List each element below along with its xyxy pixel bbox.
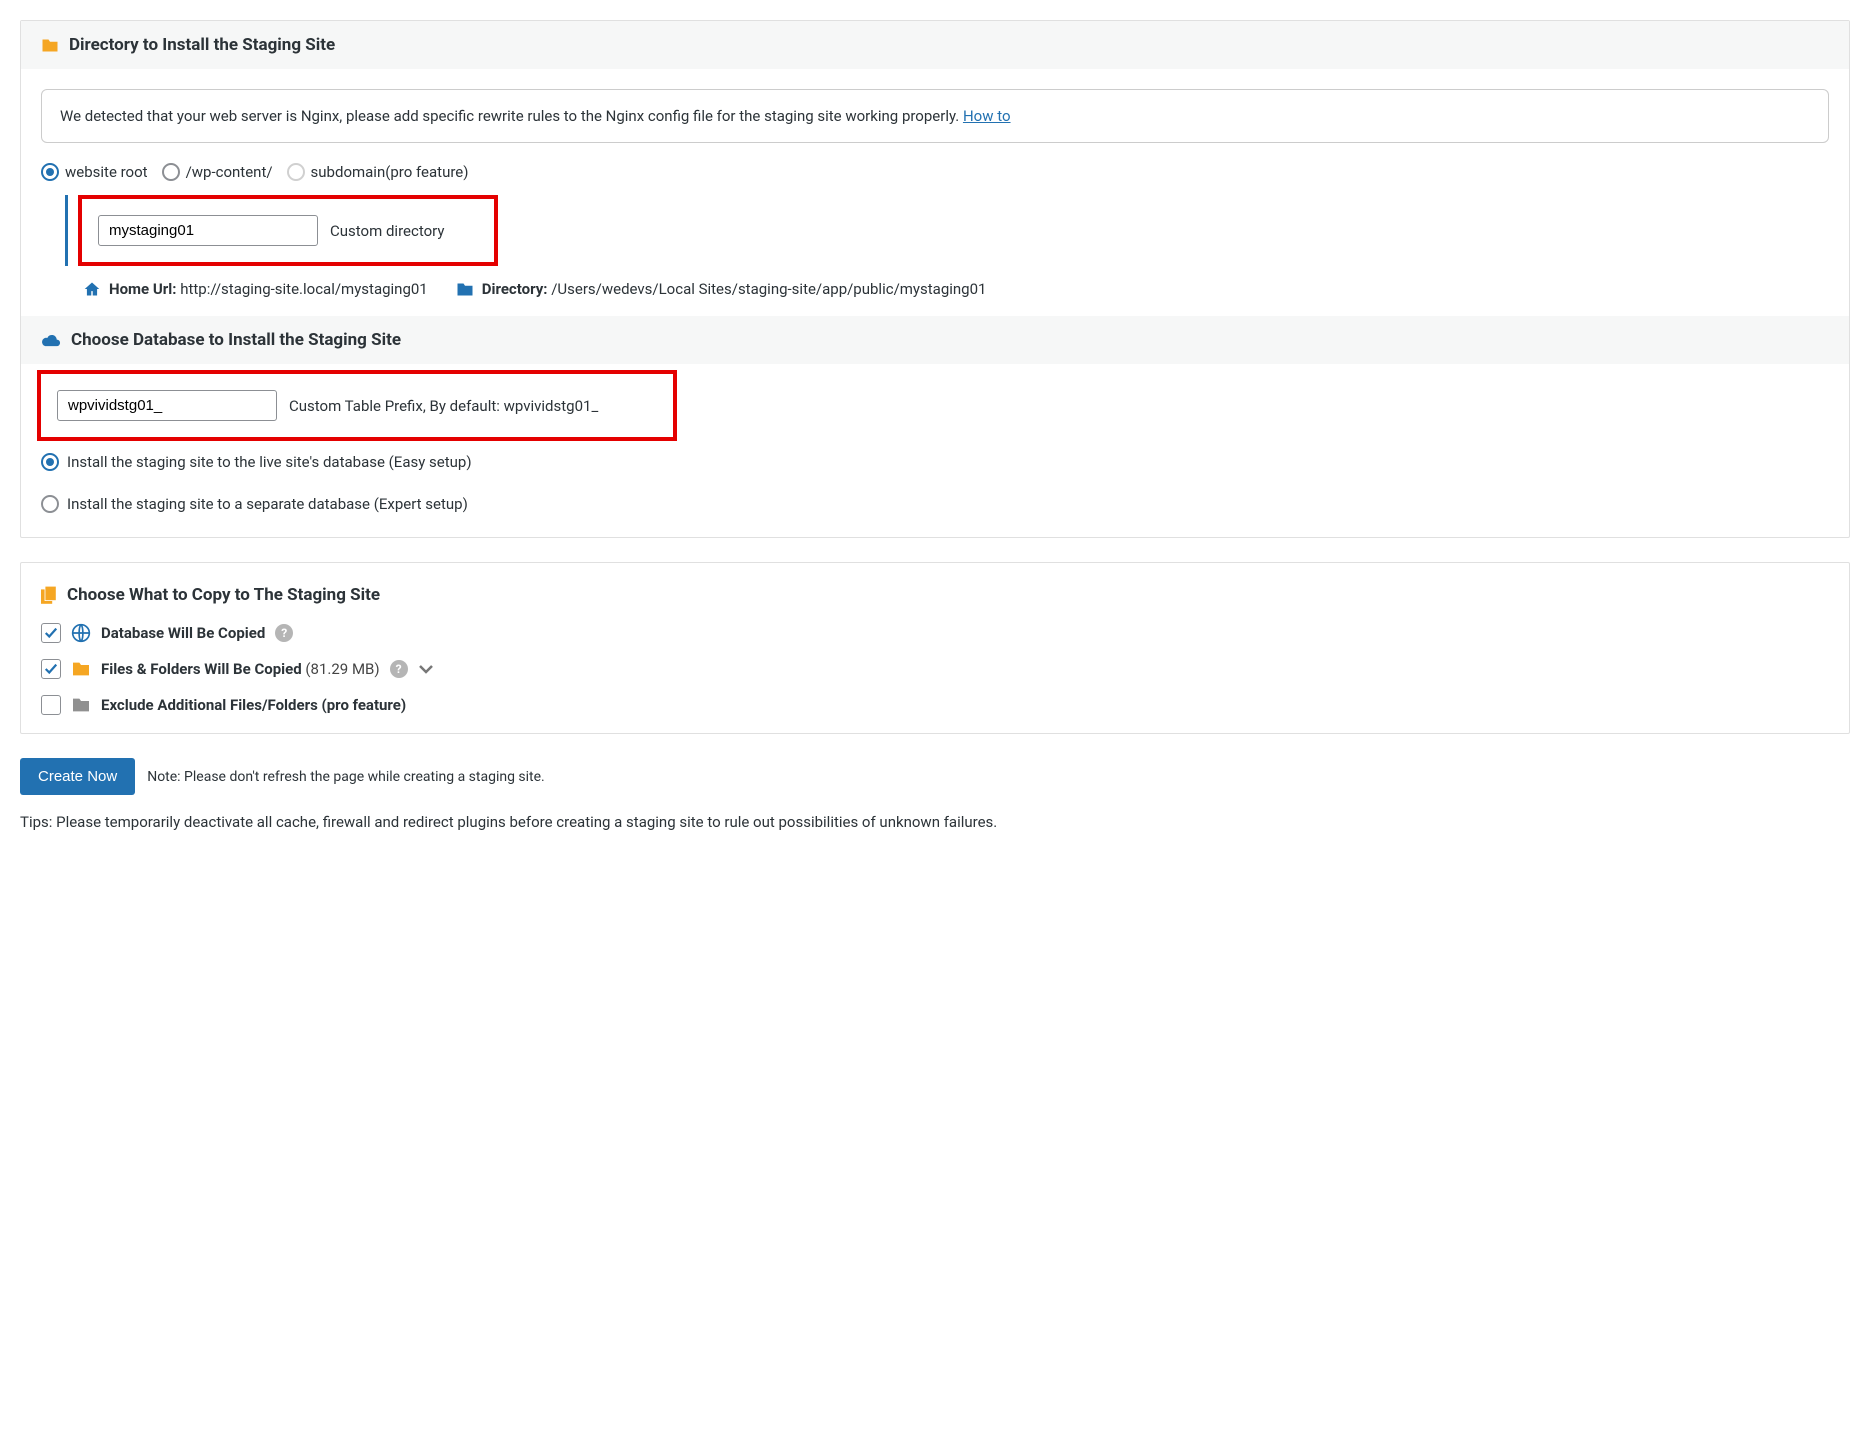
custom-directory-input[interactable] — [98, 215, 318, 246]
radio-wp-content[interactable] — [162, 163, 180, 181]
directory-card: Directory to Install the Staging Site We… — [20, 20, 1850, 538]
copy-section-header: Choose What to Copy to The Staging Site — [41, 585, 1829, 605]
db-radio-easy-label[interactable]: Install the staging site to the live sit… — [41, 453, 472, 471]
home-url-label: Home Url: — [109, 280, 176, 298]
directory-segment: Directory: /Users/wedevs/Local Sites/sta… — [456, 280, 987, 298]
copy-item-database: Database Will Be Copied ? — [41, 623, 1829, 643]
database-section-header: Choose Database to Install the Staging S… — [21, 316, 1849, 364]
copy-title: Choose What to Copy to The Staging Site — [67, 585, 380, 605]
chevron-down-icon[interactable] — [418, 664, 434, 674]
table-prefix-highlight: Custom Table Prefix, By default: wpvivid… — [37, 370, 677, 441]
create-note: Note: Please don't refresh the page whil… — [147, 769, 545, 785]
cloud-icon — [41, 333, 61, 347]
create-now-button[interactable]: Create Now — [20, 758, 135, 795]
custom-directory-highlight: Custom directory — [78, 195, 498, 266]
copy-exclude-label: Exclude Additional Files/Folders (pro fe… — [101, 696, 406, 714]
checkbox-database[interactable] — [41, 623, 61, 643]
directory-title: Directory to Install the Staging Site — [69, 35, 335, 55]
custom-dir-block: Custom directory — [65, 195, 1849, 266]
help-icon[interactable]: ? — [275, 624, 293, 642]
copy-section: Choose What to Copy to The Staging Site … — [21, 563, 1849, 733]
copy-item-files: Files & Folders Will Be Copied (81.29 MB… — [41, 659, 1829, 679]
url-info-row: Home Url: http://staging-site.local/myst… — [21, 266, 1849, 316]
copy-icon — [41, 586, 57, 604]
db-radio-expert-row: Install the staging site to a separate d… — [21, 483, 1849, 537]
table-prefix-input[interactable] — [57, 390, 277, 421]
globe-icon — [71, 623, 91, 643]
copy-files-size: (81.29 MB) — [302, 660, 380, 678]
custom-directory-label: Custom directory — [330, 222, 444, 240]
checkbox-exclude — [41, 695, 61, 715]
radio-subdomain-label: subdomain(pro feature) — [287, 163, 469, 181]
radio-db-expert[interactable] — [41, 495, 59, 513]
help-icon[interactable]: ? — [390, 660, 408, 678]
directory-label: Directory: — [482, 280, 548, 298]
folder-blue-icon — [456, 282, 474, 297]
copy-card: Choose What to Copy to The Staging Site … — [20, 562, 1850, 734]
radio-website-root[interactable] — [41, 163, 59, 181]
copy-db-label: Database Will Be Copied — [101, 624, 265, 642]
db-radio-easy-row: Install the staging site to the live sit… — [21, 441, 1849, 483]
copy-item-exclude: Exclude Additional Files/Folders (pro fe… — [41, 695, 1829, 715]
radio-db-easy[interactable] — [41, 453, 59, 471]
directory-value: /Users/wedevs/Local Sites/staging-site/a… — [548, 280, 987, 298]
home-url-segment: Home Url: http://staging-site.local/myst… — [83, 280, 428, 298]
directory-section-header: Directory to Install the Staging Site — [21, 21, 1849, 69]
folder-icon — [41, 38, 59, 53]
checkbox-files[interactable] — [41, 659, 61, 679]
folder-gray-icon — [71, 697, 91, 713]
database-title: Choose Database to Install the Staging S… — [71, 330, 401, 350]
radio-wp-content-label[interactable]: /wp-content/ — [162, 163, 273, 181]
nginx-notice: We detected that your web server is Ngin… — [41, 89, 1829, 143]
db-radio-expert-label[interactable]: Install the staging site to a separate d… — [41, 495, 468, 513]
home-icon — [83, 281, 101, 297]
howto-link[interactable]: How to — [963, 107, 1011, 125]
location-radio-row: website root /wp-content/ subdomain(pro … — [21, 163, 1849, 195]
tips-text: Tips: Please temporarily deactivate all … — [20, 811, 1850, 834]
radio-subdomain — [287, 163, 305, 181]
create-row: Create Now Note: Please don't refresh th… — [20, 758, 1850, 795]
home-url-value: http://staging-site.local/mystaging01 — [176, 280, 427, 298]
table-prefix-label: Custom Table Prefix, By default: wpvivid… — [289, 397, 598, 415]
copy-files-label: Files & Folders Will Be Copied — [101, 660, 302, 678]
notice-text: We detected that your web server is Ngin… — [60, 107, 963, 125]
folder-orange-icon — [71, 661, 91, 677]
radio-website-root-label[interactable]: website root — [41, 163, 148, 181]
